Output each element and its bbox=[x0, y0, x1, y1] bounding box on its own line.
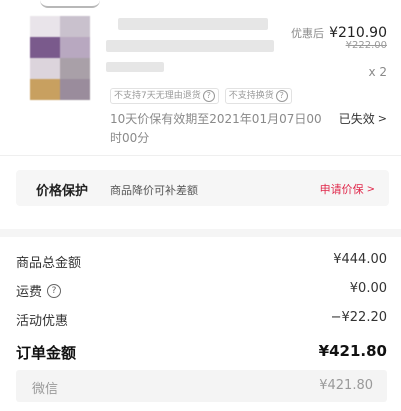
service-tags: 不支持7天无理由退货 ? 不支持换货 ? bbox=[110, 88, 292, 104]
product-title-blurred[interactable] bbox=[118, 18, 268, 30]
price-protection-description: 商品降价可补差额 bbox=[110, 184, 198, 197]
help-icon: ? bbox=[202, 90, 215, 102]
price-after-label: 优惠后 bbox=[291, 27, 324, 40]
payment-amount: ¥421.80 bbox=[319, 378, 373, 393]
tag-no-exchange-label: 不支持换货 bbox=[228, 91, 274, 101]
product-spec-blurred bbox=[106, 62, 164, 72]
thumbnail-pixel bbox=[30, 58, 60, 79]
quantity: x 2 bbox=[368, 65, 387, 79]
chevron-right-icon: > bbox=[366, 183, 375, 195]
thumbnail-pixel bbox=[60, 79, 90, 100]
help-icon[interactable]: ? bbox=[47, 283, 62, 298]
order-total-value: ¥421.80 bbox=[318, 342, 387, 360]
shipping-row-label: 运费 ? bbox=[16, 281, 62, 300]
goods-total-label: 商品总金额 bbox=[16, 256, 82, 271]
shipping-value: ¥0.00 bbox=[349, 281, 387, 296]
price-after-discount: 优惠后 ¥210.90 bbox=[291, 22, 387, 41]
product-thumbnail[interactable] bbox=[30, 16, 90, 100]
expired-link[interactable]: 已失效 > bbox=[339, 110, 387, 127]
section-divider bbox=[0, 229, 401, 237]
discount-value: −¥22.20 bbox=[330, 310, 387, 325]
price-protect-note: 10天价保有效期至2021年01月07日00时00分 bbox=[110, 112, 322, 145]
tag-no-return-label: 不支持7天无理由退货 bbox=[114, 91, 201, 101]
price-after-value: ¥210.90 bbox=[329, 25, 387, 41]
order-total-label: 订单金额 bbox=[16, 344, 77, 362]
shipping-label: 运费 bbox=[16, 285, 43, 300]
apply-price-protection-button[interactable]: 申请价保 > bbox=[320, 181, 375, 197]
product-title-blurred[interactable] bbox=[106, 40, 274, 52]
discount-label: 活动优惠 bbox=[16, 314, 69, 329]
price-original: ¥222.00 bbox=[345, 40, 387, 51]
apply-price-protection-label: 申请价保 bbox=[319, 183, 364, 196]
thumbnail-pixel bbox=[30, 79, 60, 100]
goods-total-value: ¥444.00 bbox=[333, 252, 387, 267]
expired-label: 已失效 bbox=[338, 112, 375, 126]
thumbnail-pixel bbox=[60, 16, 90, 37]
thumbnail-pixel bbox=[60, 37, 90, 58]
payment-method-label: 微信 bbox=[32, 382, 59, 397]
tag-no-return[interactable]: 不支持7天无理由退货 ? bbox=[110, 88, 219, 104]
thumbnail-pixel bbox=[60, 58, 90, 79]
tag-no-exchange[interactable]: 不支持换货 ? bbox=[224, 88, 292, 104]
price-protection-title: 价格保护 bbox=[36, 184, 89, 199]
image-edge-decoration bbox=[40, 0, 100, 8]
chevron-right-icon: > bbox=[377, 112, 387, 125]
thumbnail-pixel bbox=[30, 16, 60, 37]
help-icon: ? bbox=[275, 90, 288, 102]
section-divider bbox=[0, 155, 401, 156]
thumbnail-pixel bbox=[30, 37, 60, 58]
